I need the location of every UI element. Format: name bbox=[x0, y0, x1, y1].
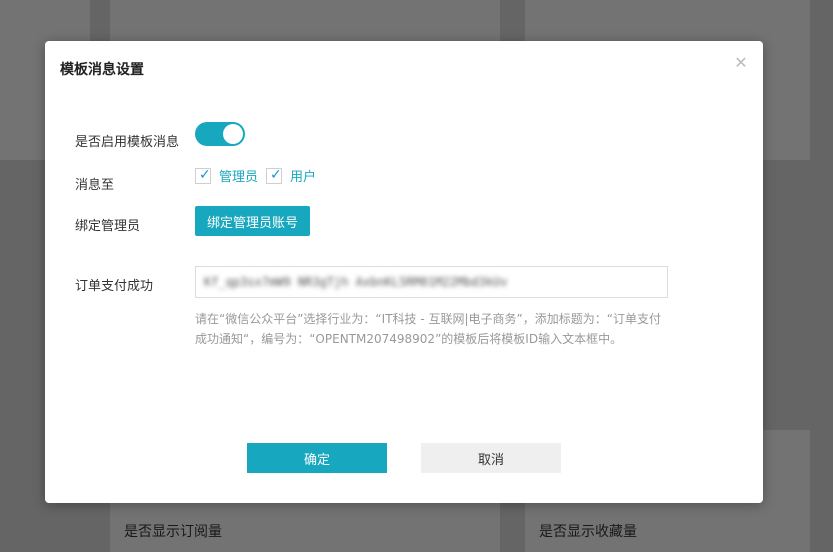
notify-to-label: 消息至 bbox=[75, 178, 115, 193]
enable-template-toggle[interactable] bbox=[195, 122, 245, 146]
toggle-knob bbox=[223, 124, 243, 144]
template-message-dialog: 模板消息设置 ✕ 是否启用模板消息 消息至 ✓ 管理员 ✓ 用户 绑定管理员 绑… bbox=[45, 41, 763, 503]
cancel-button[interactable]: 取消 bbox=[421, 443, 561, 473]
template-id-value: Kf_qp3sx7mW9 NR3gTjh AxbnKL5RM01M22Mbd3k… bbox=[204, 275, 508, 289]
template-id-input[interactable]: Kf_qp3sx7mW9 NR3gTjh AxbnKL5RM01M22Mbd3k… bbox=[195, 266, 668, 298]
bind-admin-label: 绑定管理员 bbox=[75, 219, 141, 234]
dialog-title: 模板消息设置 bbox=[60, 62, 144, 78]
close-icon[interactable]: ✕ bbox=[733, 55, 749, 71]
admin-checkbox-label[interactable]: 管理员 bbox=[219, 166, 258, 185]
notify-to-options: ✓ 管理员 ✓ 用户 bbox=[195, 166, 324, 185]
checkmark-icon: ✓ bbox=[199, 166, 211, 183]
order-paid-label: 订单支付成功 bbox=[75, 279, 154, 294]
enable-template-label: 是否启用模板消息 bbox=[75, 135, 180, 150]
template-id-hint: 请在“微信公众平台”选择行业为：“IT科技 - 互联网|电子商务”，添加标题为：… bbox=[195, 312, 661, 346]
confirm-button[interactable]: 确定 bbox=[247, 443, 387, 473]
user-checkbox-label[interactable]: 用户 bbox=[290, 166, 316, 185]
bind-admin-account-button[interactable]: 绑定管理员账号 bbox=[195, 206, 310, 236]
admin-checkbox[interactable]: ✓ bbox=[195, 166, 211, 184]
user-checkbox[interactable]: ✓ bbox=[266, 166, 283, 184]
checkmark-icon: ✓ bbox=[270, 166, 282, 183]
